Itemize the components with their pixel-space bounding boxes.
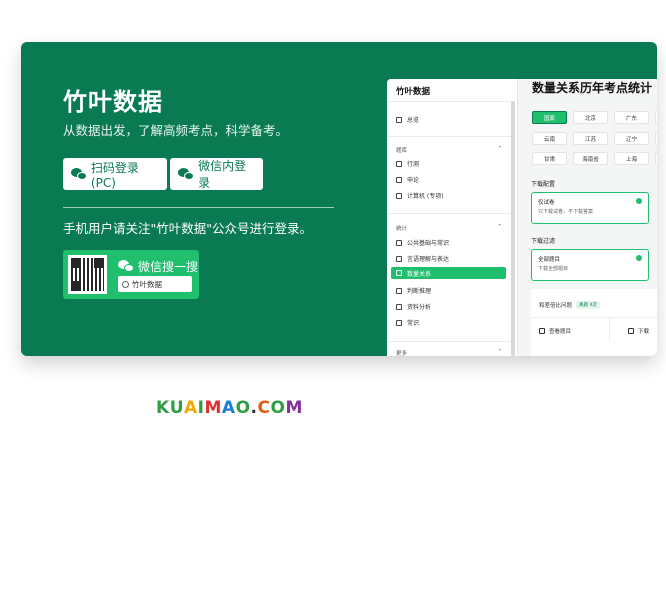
preview-item: 资料分析: [396, 302, 431, 311]
doc-icon: [396, 192, 402, 199]
check-icon: [636, 255, 642, 261]
preview-section-bank: 题库 ⌃: [396, 146, 502, 154]
chart-icon: [396, 287, 402, 294]
region-chip: 国家: [532, 111, 567, 124]
wechat-qr-panel: 微信搜一搜 竹叶数据: [63, 250, 199, 299]
app-preview-screenshot: 竹叶数据 总览 题库 ⌃ 行测 申论 计算机 (专项) 统计 ⌃ 公共基础与常识 言…: [387, 79, 657, 356]
wechat-search-bar: 竹叶数据: [118, 276, 192, 292]
brand-title: 竹叶数据: [63, 88, 163, 116]
brand-subtitle: 从数据出发，了解高频考点，科学备考。: [63, 123, 289, 138]
wechat-icon: [71, 167, 87, 181]
wechat-search-title: 微信搜一搜: [118, 258, 198, 275]
scan-login-pc-label: 扫码登录(PC): [90, 160, 139, 190]
book-icon: [396, 255, 402, 262]
qr-code: [68, 255, 107, 294]
region-chip: 广东: [614, 111, 649, 124]
wechat-icon: [118, 260, 134, 273]
preview-item: 言语理解与表达: [396, 254, 449, 263]
region-chip: 北京: [573, 111, 608, 124]
view-questions-action: 查看题目: [539, 327, 571, 335]
topic-tag: 真题 4次: [576, 301, 600, 309]
region-chip: [655, 111, 657, 124]
download-filter-label: 下载过滤: [531, 238, 556, 245]
preview-section-more: 更多 ⌃: [396, 349, 502, 356]
topic-title: 和差倍比问题: [539, 303, 573, 309]
preview-item: 计算机 (专项): [396, 191, 444, 200]
preview-scrollbar: [511, 101, 515, 356]
check-icon: [636, 198, 642, 204]
preview-logo: 竹叶数据: [396, 87, 431, 97]
preview-item-home: 总览: [396, 115, 419, 124]
preview-sidebar: 竹叶数据 总览 题库 ⌃ 行测 申论 计算机 (专项) 统计 ⌃ 公共基础与常识 言…: [387, 79, 518, 356]
scan-login-pc-button[interactable]: 扫码登录(PC): [63, 158, 167, 190]
doc-icon: [396, 176, 402, 183]
search-icon: [122, 280, 129, 288]
download-config-label: 下载配置: [531, 181, 556, 188]
preview-main-title: 数量关系历年考点统计: [532, 81, 653, 95]
preview-item: 判断推理: [396, 286, 431, 295]
option-card-all-questions: 全部题目 下载全部题目: [531, 249, 649, 281]
edit-icon: [539, 328, 545, 334]
preview-item: 公共基础与常识: [396, 238, 449, 247]
region-chip: [655, 152, 657, 165]
follow-instruction: 手机用户请关注"竹叶数据"公众号进行登录。: [63, 221, 312, 236]
option-card-paper-only: 仅试卷 只下载试卷，不下载答案: [531, 192, 649, 224]
preview-item: 申论: [396, 175, 419, 184]
region-chip: 上海: [614, 152, 649, 165]
wechat-icon: [178, 167, 194, 181]
doc-icon: [396, 160, 402, 167]
region-chip: 海南省: [573, 152, 608, 165]
region-chip: [655, 132, 657, 145]
download-icon: [628, 328, 634, 334]
preview-item: 常识: [396, 318, 419, 327]
divider: [63, 207, 334, 208]
download-action: 下载: [628, 327, 649, 335]
watermark-logo: KUAIMAO.COM: [156, 398, 303, 418]
region-chip: 甘肃: [532, 152, 567, 165]
login-card: 竹叶数据 从数据出发，了解高频考点，科学备考。 扫码登录(PC) 微信内登录 手…: [21, 42, 657, 356]
variable-icon: [396, 270, 402, 276]
preview-item-active: 数量关系: [391, 267, 506, 279]
region-chip: 江苏: [573, 132, 608, 145]
book-icon: [396, 239, 402, 246]
book-icon: [396, 319, 402, 326]
wechat-login-button[interactable]: 微信内登录: [170, 158, 263, 190]
region-chip: 云南: [532, 132, 567, 145]
preview-item: 行测: [396, 159, 419, 168]
table-icon: [396, 303, 402, 310]
preview-topic-card: 和差倍比问题 真题 4次 查看题目 下载: [531, 289, 657, 356]
home-icon: [396, 116, 402, 123]
wechat-login-label: 微信内登录: [198, 159, 247, 190]
region-chip: 辽宁: [614, 132, 649, 145]
preview-section-stats: 统计 ⌃: [396, 224, 502, 232]
